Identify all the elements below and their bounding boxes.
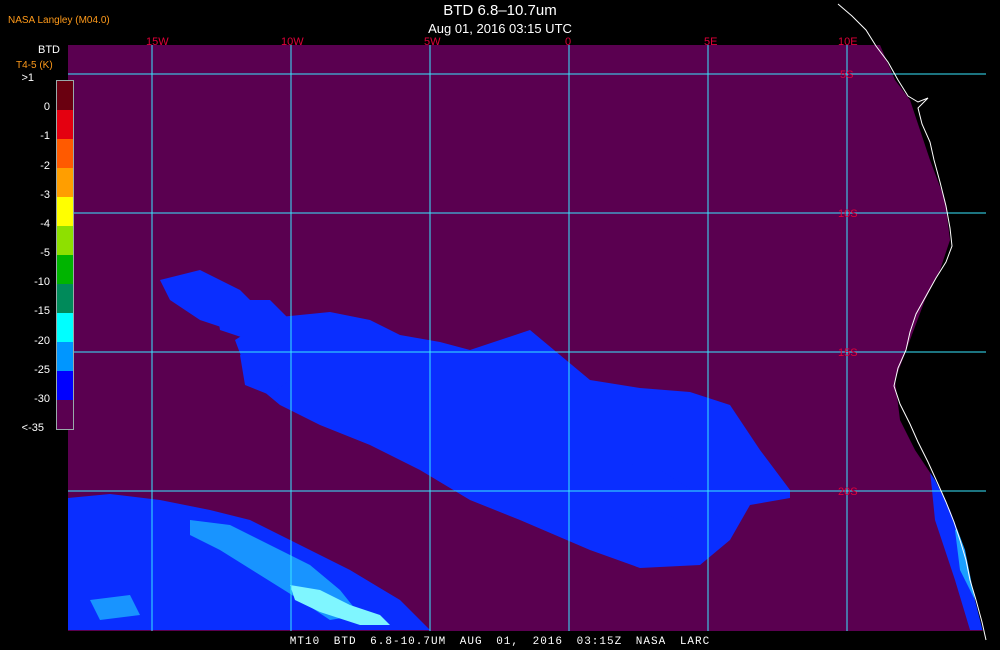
colorbar-label: -20: [34, 334, 50, 347]
colorbar-segment: [57, 371, 73, 400]
colorbar-label: -4: [40, 217, 50, 230]
colorbar-segment: [57, 400, 73, 429]
colorbar-segment: [57, 110, 73, 139]
colorbar-segment: [57, 255, 73, 284]
colorbar-label: -5: [40, 247, 50, 259]
lat-label: 10S: [838, 208, 858, 220]
map-panel: 15W 10W 5W 0 5E 10E 5S 10S 15S 20S: [68, 0, 1000, 650]
lat-label: 15S: [838, 347, 858, 359]
map-title: BTD 6.8–10.7um: [443, 2, 557, 19]
colorbar-label: -30: [34, 392, 50, 405]
footer-caption: MT10 BTD 6.8-10.7UM AUG 01, 2016 03:15Z …: [289, 636, 711, 648]
lat-label: 20S: [838, 486, 858, 498]
colorbar: [56, 80, 74, 430]
colorbar-label: >1: [21, 72, 34, 84]
legend-units: T4-5 (K): [16, 60, 53, 71]
colorbar-label: -10: [34, 276, 50, 289]
colorbar-label: -1: [40, 130, 50, 143]
map-timestamp: Aug 01, 2016 03:15 UTC: [428, 21, 572, 36]
colorbar-label: -15: [34, 305, 50, 318]
colorbar-segment: [57, 226, 73, 255]
source-label: NASA Langley (M04.0): [8, 15, 110, 26]
lon-label: 10E: [838, 36, 858, 48]
colorbar-label: 0: [43, 101, 50, 114]
colorbar-label: <-35: [21, 422, 44, 434]
colorbar-segment: [57, 81, 73, 110]
lon-label: 15W: [146, 36, 169, 48]
colorbar-segment: [57, 168, 73, 197]
colorbar-label: -2: [40, 159, 50, 172]
legend-title: BTD: [38, 44, 60, 56]
colorbar-segment: [57, 342, 73, 371]
colorbar-label: -25: [34, 363, 50, 376]
lon-label: 0: [565, 36, 571, 48]
colorbar-segment: [57, 284, 73, 313]
lat-label: 5S: [840, 69, 853, 81]
colorbar-segment: [57, 139, 73, 168]
colorbar-segment: [57, 313, 73, 342]
colorbar-segment: [57, 197, 73, 226]
lon-label: 5E: [704, 36, 717, 48]
lon-label: 10W: [281, 36, 304, 48]
lon-label: 5W: [424, 36, 441, 48]
colorbar-label: -3: [40, 188, 50, 201]
